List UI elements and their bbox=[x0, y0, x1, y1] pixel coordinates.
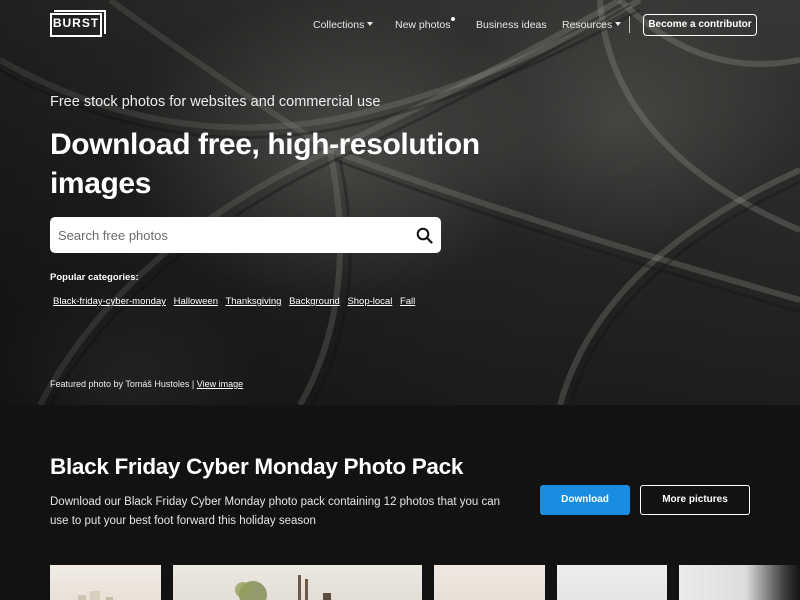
pack-thumbnail[interactable] bbox=[557, 565, 667, 600]
pack-thumbnail[interactable] bbox=[173, 565, 422, 600]
nav-divider bbox=[629, 16, 630, 33]
category-link[interactable]: Shop-local bbox=[347, 296, 392, 307]
chevron-down-icon bbox=[615, 22, 622, 26]
pack-thumbnail[interactable] bbox=[434, 565, 545, 600]
more-pictures-button[interactable]: More pictures bbox=[640, 485, 750, 515]
search-icon[interactable] bbox=[416, 227, 433, 244]
become-contributor-button[interactable]: Become a contributor bbox=[643, 14, 757, 36]
chevron-down-icon bbox=[367, 22, 374, 26]
category-link[interactable]: Halloween bbox=[174, 296, 218, 307]
hero-headline: Download free, high-resolution images bbox=[50, 128, 480, 200]
hero-section: BURST Collections New photos Business id… bbox=[0, 0, 800, 405]
pack-thumbnail[interactable] bbox=[679, 565, 800, 600]
category-link[interactable]: Background bbox=[289, 296, 340, 307]
search-input[interactable] bbox=[58, 217, 398, 253]
category-link[interactable]: Thanksgiving bbox=[225, 296, 281, 307]
nav-new-photos-label: New photos bbox=[395, 19, 451, 31]
category-link[interactable]: Fall bbox=[400, 296, 415, 307]
thumbnail-image bbox=[235, 575, 331, 600]
logo-text: BURST bbox=[52, 16, 100, 30]
featured-credit-text: Featured photo by Tomáš Hustoles | bbox=[50, 379, 197, 389]
popular-categories-label: Popular categories: bbox=[50, 272, 139, 283]
burst-logo[interactable]: BURST bbox=[50, 10, 106, 39]
pack-thumbnail[interactable] bbox=[50, 565, 161, 600]
nav-resources[interactable]: Resources bbox=[562, 19, 622, 31]
nav-collections[interactable]: Collections bbox=[313, 19, 374, 31]
pack-title: Black Friday Cyber Monday Photo Pack bbox=[50, 454, 464, 479]
category-links: Black-friday-cyber-monday Halloween Than… bbox=[53, 296, 420, 307]
hero-tagline: Free stock photos for websites and comme… bbox=[50, 94, 381, 110]
featured-photo-credit: Featured photo by Tomáš Hustoles | View … bbox=[50, 379, 243, 389]
view-image-link[interactable]: View image bbox=[197, 379, 243, 389]
nav-business-ideas[interactable]: Business ideas bbox=[476, 19, 547, 31]
search-bar bbox=[50, 217, 441, 253]
pack-description: Download our Black Friday Cyber Monday p… bbox=[50, 496, 501, 527]
thumbnail-image bbox=[78, 591, 113, 600]
nav-resources-label: Resources bbox=[562, 19, 613, 31]
nav-collections-label: Collections bbox=[313, 19, 365, 31]
category-link[interactable]: Black-friday-cyber-monday bbox=[53, 296, 166, 307]
nav-new-photos[interactable]: New photos bbox=[395, 17, 456, 31]
download-button[interactable]: Download bbox=[540, 485, 630, 515]
nav-business-ideas-label: Business ideas bbox=[476, 19, 547, 31]
